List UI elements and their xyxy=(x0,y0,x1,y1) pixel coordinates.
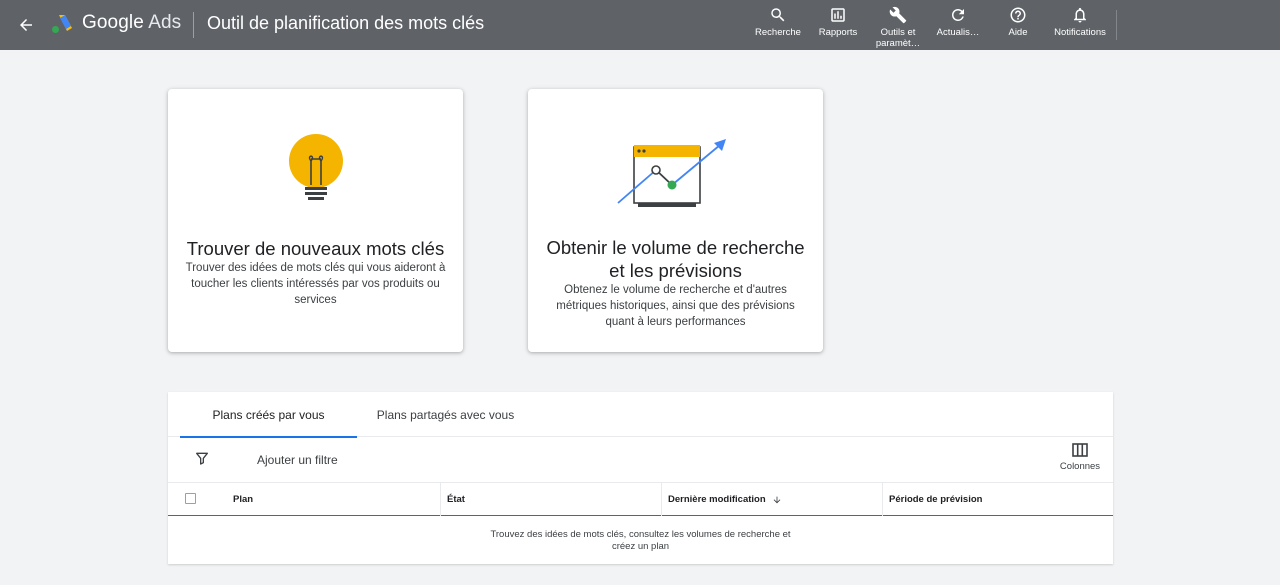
empty-state-message: Trouvez des idées de mots clés, consulte… xyxy=(168,517,1113,553)
search-volume-card[interactable]: Obtenir le volume de recherche et les pr… xyxy=(528,89,823,352)
tab-created-by-you[interactable]: Plans créés par vous xyxy=(180,392,357,438)
filter-row: Ajouter un filtre Colonnes xyxy=(168,437,1113,483)
notifications-label: Notifications xyxy=(1054,27,1106,38)
find-keywords-description: Trouver des idées de mots clés qui vous … xyxy=(185,262,446,306)
find-keywords-card[interactable]: Trouver de nouveaux mots clés Trouver de… xyxy=(168,89,463,352)
bell-icon xyxy=(1070,5,1090,25)
header-last-modified-label: Dernière modification xyxy=(668,494,766,505)
top-bar: Google Ads Outil de planification des mo… xyxy=(0,0,1280,50)
brand-name: Google Ads xyxy=(82,12,181,34)
brand-ads: Ads xyxy=(148,12,182,33)
table-header: Plan État Dernière modification Période … xyxy=(168,483,1113,516)
add-filter-button[interactable]: Ajouter un filtre xyxy=(257,453,338,467)
toolbar-end-divider xyxy=(1116,10,1117,40)
header-last-modified[interactable]: Dernière modification xyxy=(668,483,782,516)
header-plan[interactable]: Plan xyxy=(233,483,253,516)
reports-label: Rapports xyxy=(818,27,858,38)
google-ads-logo-icon xyxy=(50,12,74,36)
back-arrow-icon[interactable] xyxy=(12,11,40,39)
header-state[interactable]: État xyxy=(447,483,465,516)
reports-button[interactable]: Rapports xyxy=(808,0,868,50)
empty-state-line-1: Trouvez des idées de mots clés, consulte… xyxy=(490,529,791,540)
search-volume-description: Obtenez le volume de recherche et d'autr… xyxy=(556,284,795,328)
column-divider xyxy=(661,483,662,516)
column-divider xyxy=(440,483,441,516)
help-button[interactable]: Aide xyxy=(988,0,1048,50)
notifications-button[interactable]: Notifications xyxy=(1048,0,1112,50)
plans-panel: Plans créés par vous Plans partagés avec… xyxy=(168,392,1113,564)
wrench-icon xyxy=(888,5,908,25)
brand-google: Google xyxy=(82,12,144,33)
search-volume-title: Obtenir le volume de recherche et les pr… xyxy=(546,237,805,281)
tab-shared-with-you[interactable]: Plans partagés avec vous xyxy=(368,392,523,437)
search-button[interactable]: Recherche xyxy=(748,0,808,50)
tools-settings-button[interactable]: Outils et paramèt… xyxy=(868,0,928,50)
reports-icon xyxy=(828,5,848,25)
help-icon xyxy=(1008,5,1028,25)
columns-label: Colonnes xyxy=(1059,461,1101,472)
help-label: Aide xyxy=(1008,27,1028,38)
columns-button[interactable]: Colonnes xyxy=(1055,443,1105,472)
sort-down-arrow-icon xyxy=(773,496,781,503)
column-divider xyxy=(882,483,883,516)
page-title: Outil de planification des mots clés xyxy=(207,13,485,33)
search-icon xyxy=(768,5,788,25)
select-all-checkbox[interactable] xyxy=(185,493,196,504)
lightbulb-icon xyxy=(168,131,463,211)
search-label: Recherche xyxy=(755,27,801,38)
find-keywords-title: Trouver de nouveaux mots clés xyxy=(186,238,445,259)
columns-icon xyxy=(1072,443,1088,457)
header-forecast-period[interactable]: Période de prévision xyxy=(889,483,982,516)
filter-icon[interactable] xyxy=(194,450,210,471)
plans-tabs: Plans créés par vous Plans partagés avec… xyxy=(168,392,1113,438)
refresh-icon xyxy=(948,5,968,25)
tools-settings-label: Outils et paramèt… xyxy=(875,27,921,49)
header-tools: Recherche Rapports Outils et paramèt… Ac… xyxy=(748,0,1112,50)
refresh-button[interactable]: Actualis… xyxy=(928,0,988,50)
trend-chart-icon xyxy=(528,135,823,211)
header-divider xyxy=(193,12,194,38)
refresh-label: Actualis… xyxy=(936,27,980,38)
empty-state-line-2: créez un plan xyxy=(611,541,670,552)
